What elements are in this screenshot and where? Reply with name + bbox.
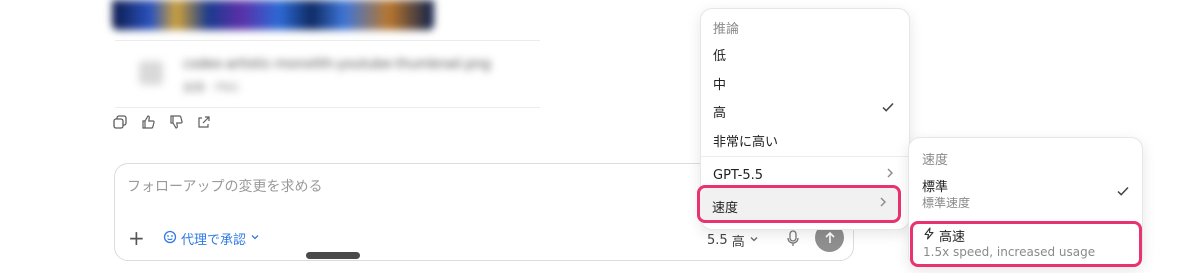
add-attachment-button[interactable]: + — [128, 228, 145, 248]
speed-standard-title: 標準 — [922, 180, 949, 195]
speed-fast-title-row: 高速 — [923, 226, 965, 245]
speed-fast-title: 高速 — [939, 230, 966, 245]
arrow-up-icon — [824, 231, 835, 243]
chevron-down-icon — [250, 231, 260, 246]
chevron-right-icon — [878, 196, 888, 212]
attachment-card[interactable]: codex-artistic-monolith-youtube-thumbnai… — [115, 40, 540, 108]
reasoning-option-label: 高 — [713, 106, 727, 121]
attachment-meta: 画像 · PNG — [183, 81, 239, 94]
reasoning-option-label: 非常に高い — [713, 135, 779, 150]
follow-up-input[interactable]: フォローアップの変更を求める — [127, 176, 322, 196]
scroll-indicator — [306, 252, 360, 259]
reasoning-option-medium[interactable]: 中 — [701, 68, 909, 96]
file-icon — [139, 61, 163, 85]
speed-item-label: 速度 — [712, 201, 739, 216]
reasoning-option-low[interactable]: 低 — [701, 39, 909, 67]
checkmark-icon — [1116, 184, 1130, 202]
agent-icon — [163, 230, 177, 248]
reasoning-option-very-high[interactable]: 非常に高い — [701, 125, 909, 153]
chevron-right-icon — [885, 167, 895, 183]
speed-submenu-item[interactable]: 速度 — [697, 185, 901, 223]
checkmark-icon — [881, 100, 895, 118]
speed-fast-desc: 1.5x speed, increased usage — [923, 245, 1096, 259]
message-actions — [112, 114, 212, 130]
bolt-icon — [923, 227, 935, 244]
share-icon[interactable] — [196, 114, 212, 130]
speed-menu-header: 速度 — [922, 153, 949, 168]
thumbs-down-icon[interactable] — [168, 114, 184, 130]
thumbs-up-icon[interactable] — [140, 114, 156, 130]
approval-mode-label: 代理で承認 — [181, 233, 247, 248]
model-level: 高 — [731, 235, 745, 250]
menu-divider — [701, 156, 909, 157]
reasoning-option-label: 中 — [713, 78, 727, 93]
attachment-name: codex-artistic-monolith-youtube-thumbnai… — [183, 57, 491, 72]
reasoning-option-label: 低 — [713, 49, 727, 64]
microphone-icon[interactable] — [786, 230, 800, 248]
approval-mode-button[interactable]: 代理で承認 — [163, 229, 260, 248]
model-version: 5.5 — [707, 233, 728, 248]
chevron-down-icon — [749, 233, 759, 248]
model-item-label: GPT-5.5 — [713, 168, 764, 183]
image-thumbnail-strip — [112, 0, 434, 30]
reasoning-option-high[interactable]: 高 — [701, 96, 909, 124]
copy-icon[interactable] — [112, 114, 128, 130]
speed-standard-desc: 標準速度 — [922, 196, 971, 210]
speed-option-fast[interactable]: 高速 1.5x speed, increased usage — [910, 221, 1142, 267]
model-selector[interactable]: 5.5 高 — [707, 231, 759, 250]
reasoning-menu-header: 推論 — [713, 22, 740, 37]
